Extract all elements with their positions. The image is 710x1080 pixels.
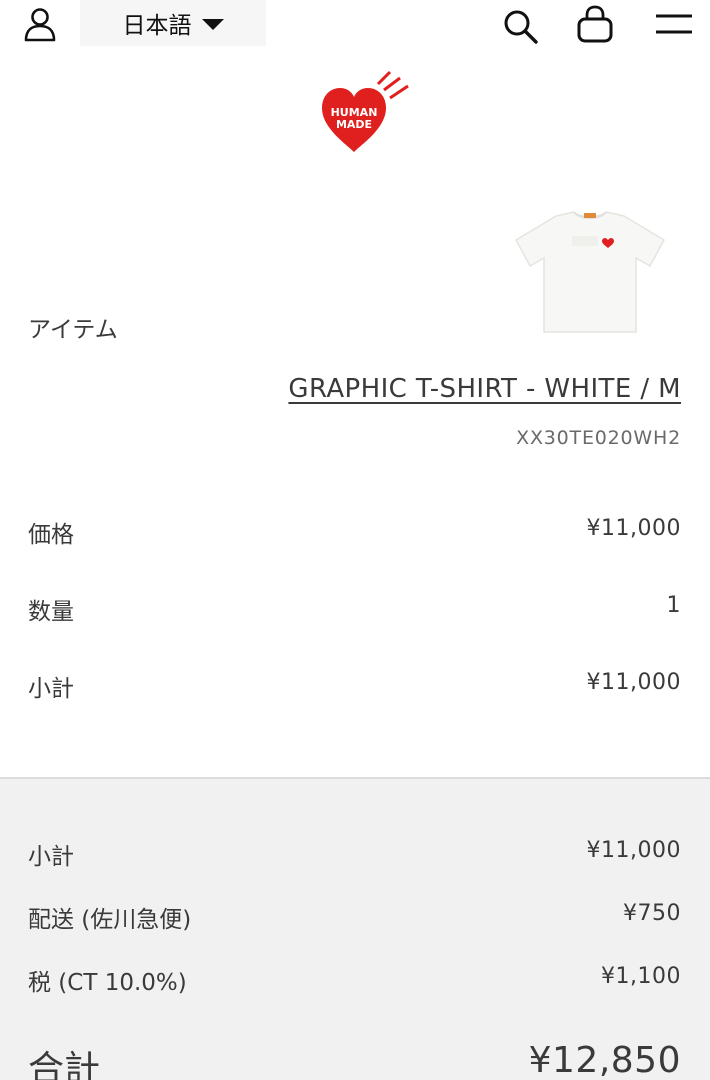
product-sku: XX30TE020WH2: [516, 427, 681, 449]
item-subtotal-label: 小計: [28, 676, 74, 702]
language-label: 日本語: [122, 13, 192, 39]
item-subtotal-value: ¥11,000: [586, 670, 681, 695]
tax-value: ¥1,100: [601, 964, 681, 989]
shipping-value: ¥750: [623, 901, 681, 926]
brand-logo[interactable]: HUMAN MADE: [316, 70, 416, 156]
price-label: 価格: [28, 522, 74, 548]
quantity-label: 数量: [28, 599, 74, 625]
total-label: 合計: [28, 1049, 101, 1080]
item-section-label: アイテム: [28, 317, 118, 343]
total-value: ¥12,850: [528, 1040, 681, 1080]
user-icon[interactable]: [22, 6, 58, 42]
language-selector[interactable]: 日本語: [80, 0, 266, 46]
product-name-link[interactable]: GRAPHIC T-SHIRT - WHITE / M: [288, 374, 681, 404]
shipping-label: 配送 (佐川急便): [28, 907, 192, 933]
search-icon[interactable]: [500, 6, 540, 46]
price-value: ¥11,000: [586, 516, 681, 541]
product-thumbnail-image[interactable]: [512, 206, 668, 338]
summary-subtotal-label: 小計: [28, 844, 74, 870]
caret-down-icon: [201, 18, 224, 30]
hamburger-menu-icon[interactable]: [654, 10, 694, 40]
tax-label: 税 (CT 10.0%): [28, 970, 187, 996]
logo-text-line2: MADE: [336, 118, 372, 131]
summary-subtotal-value: ¥11,000: [586, 838, 681, 863]
shopping-bag-icon[interactable]: [574, 4, 616, 46]
top-navigation-bar: 日本語: [0, 0, 710, 50]
quantity-value: 1: [666, 593, 681, 618]
